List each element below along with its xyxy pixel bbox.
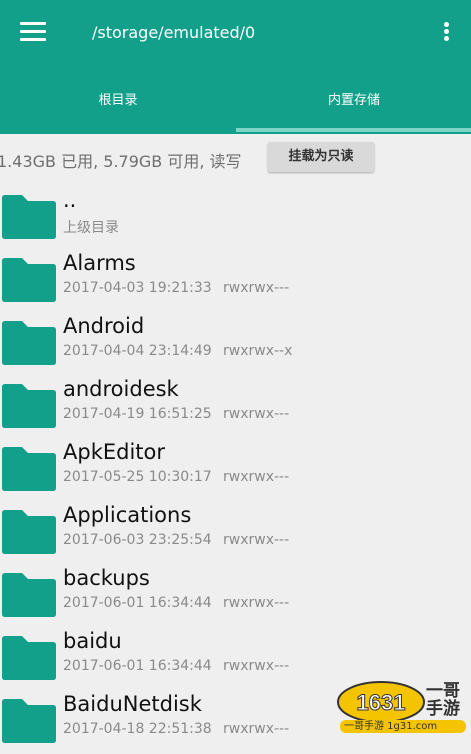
file-name: baidu <box>63 629 122 653</box>
file-name: backups <box>63 566 150 590</box>
watermark-logo: 1631 一哥手游 一哥手游 1g31.com <box>336 680 468 734</box>
watermark-title: 一哥手游 <box>426 681 460 719</box>
list-item-folder[interactable]: Applications 2017-06-03 23:25:54 rwxrwx-… <box>0 502 471 565</box>
file-date: 2017-06-03 23:25:54 <box>63 532 212 548</box>
file-date: 2017-05-25 10:30:17 <box>63 469 212 485</box>
mount-readonly-button[interactable]: 挂载为只读 <box>268 142 374 172</box>
folder-icon <box>2 195 56 239</box>
folder-icon <box>2 636 56 680</box>
file-name: ApkEditor <box>63 440 166 464</box>
watermark-url: 一哥手游 1g31.com <box>344 721 438 732</box>
folder-icon <box>2 510 56 554</box>
file-date: 2017-06-01 16:34:44 <box>63 658 212 674</box>
list-item-folder[interactable]: Alarms 2017-04-03 19:21:33 rwxrwx--- <box>0 250 471 313</box>
app-bar: /storage/emulated/0 根目录 内置存储 <box>0 0 471 134</box>
storage-info-row: 1.43GB 已用, 5.79GB 可用, 读写 挂载为只读 <box>0 140 471 180</box>
file-name: Applications <box>63 503 192 527</box>
file-name: Android <box>63 314 145 338</box>
file-permissions: rwxrwx--- <box>223 469 290 485</box>
file-permissions: rwxrwx--x <box>223 343 293 359</box>
list-item-parent-directory[interactable]: .. 上级目录 <box>0 187 471 250</box>
file-date: 2017-04-04 23:14:49 <box>63 343 212 359</box>
current-path-title: /storage/emulated/0 <box>92 23 256 42</box>
storage-usage-text: 1.43GB 已用, 5.79GB 可用, 读写 <box>0 152 242 171</box>
folder-icon <box>2 384 56 428</box>
file-date: 2017-04-03 19:21:33 <box>63 280 212 296</box>
svg-text:1631: 1631 <box>357 690 406 715</box>
file-name: androidesk <box>63 377 179 401</box>
folder-icon <box>2 258 56 302</box>
file-permissions: rwxrwx--- <box>223 595 290 611</box>
more-options-icon[interactable] <box>440 22 452 44</box>
folder-icon <box>2 447 56 491</box>
list-item-folder[interactable]: backups 2017-06-01 16:34:44 rwxrwx--- <box>0 565 471 628</box>
file-permissions: rwxrwx--- <box>223 658 290 674</box>
folder-icon <box>2 573 56 617</box>
file-date: 2017-06-01 16:34:44 <box>63 595 212 611</box>
folder-icon <box>2 699 56 743</box>
folder-icon <box>2 321 56 365</box>
list-item-folder[interactable]: androidesk 2017-04-19 16:51:25 rwxrwx--- <box>0 376 471 439</box>
file-list: .. 上级目录 Alarms 2017-04-03 19:21:33 rwxrw… <box>0 187 471 754</box>
selected-tab-indicator <box>236 128 471 132</box>
file-permissions: rwxrwx--- <box>223 532 290 548</box>
watermark-badge: 1631 <box>337 681 425 723</box>
file-name: .. <box>63 188 77 212</box>
tab-root-directory[interactable]: 根目录 <box>0 86 236 132</box>
file-name: BaiduNetdisk <box>63 692 202 716</box>
file-date: 上级目录 <box>63 220 119 236</box>
hamburger-menu-icon[interactable] <box>20 22 46 42</box>
file-permissions: rwxrwx--- <box>223 280 290 296</box>
list-item-folder[interactable]: Android 2017-04-04 23:14:49 rwxrwx--x <box>0 313 471 376</box>
file-name: Alarms <box>63 251 136 275</box>
file-permissions: rwxrwx--- <box>223 406 290 422</box>
list-item-folder[interactable]: ApkEditor 2017-05-25 10:30:17 rwxrwx--- <box>0 439 471 502</box>
tab-internal-storage[interactable]: 内置存储 <box>236 86 471 132</box>
file-date: 2017-04-19 16:51:25 <box>63 406 212 422</box>
